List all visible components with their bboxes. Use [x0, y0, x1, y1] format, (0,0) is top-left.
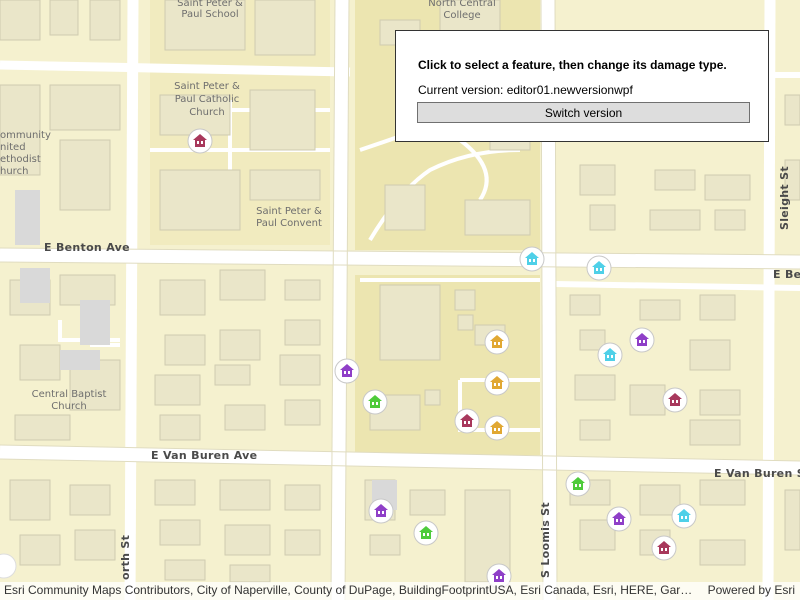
version-name: editor01.newversionwpf: [506, 83, 633, 97]
damage-feature-affected[interactable]: [565, 471, 591, 497]
label-e-van-buren: E Van Buren Ave: [151, 449, 257, 462]
attribution-sources[interactable]: Esri Community Maps Contributors, City o…: [4, 583, 700, 597]
damage-feature-major[interactable]: [606, 506, 632, 532]
damage-feature-minor[interactable]: [484, 329, 510, 355]
label-convent: Saint Peter &: [256, 206, 322, 217]
switch-version-button[interactable]: Switch version: [417, 102, 750, 123]
label-baptist-2: Church: [51, 401, 86, 412]
label-methodist-4: hurch: [0, 166, 28, 177]
label-school: Saint Peter &: [177, 0, 243, 9]
label-e-benton: E Benton Ave: [44, 241, 130, 254]
label-methodist: ommunity: [0, 130, 51, 141]
label-e-van-buren-right: E Van Buren St: [714, 467, 800, 480]
label-s-loomis: S Loomis St: [539, 502, 552, 578]
attribution-bar: Esri Community Maps Contributors, City o…: [0, 582, 800, 600]
label-school-2: Paul School: [181, 9, 238, 20]
label-convent-2: Paul Convent: [256, 218, 322, 229]
label-baptist: Central Baptist: [32, 389, 107, 400]
damage-feature-destroyed[interactable]: [651, 535, 677, 561]
label-e-benton-right: E Be: [773, 268, 800, 281]
version-panel: Click to select a feature, then change i…: [395, 30, 769, 142]
damage-feature-major[interactable]: [629, 327, 655, 353]
powered-by-esri[interactable]: Powered by Esri: [708, 583, 795, 597]
label-college-2: College: [443, 10, 480, 21]
label-methodist-3: ethodist: [0, 154, 41, 165]
damage-feature-major[interactable]: [368, 498, 394, 524]
damage-feature-inaccessible[interactable]: [597, 342, 623, 368]
damage-feature-inaccessible[interactable]: [519, 246, 545, 272]
damage-feature-affected[interactable]: [413, 520, 439, 546]
instruction-text: Click to select a feature, then change i…: [418, 58, 727, 72]
label-college: North Central: [428, 0, 496, 9]
damage-feature-minor[interactable]: [484, 415, 510, 441]
damage-feature-inaccessible[interactable]: [586, 255, 612, 281]
damage-feature-destroyed[interactable]: [662, 387, 688, 413]
label-methodist-2: nited: [0, 142, 26, 153]
label-catholic-church: Saint Peter &: [174, 81, 240, 92]
damage-feature-destroyed[interactable]: [187, 128, 213, 154]
label-catholic-church-3: Church: [189, 107, 224, 118]
damage-feature-inaccessible[interactable]: [671, 503, 697, 529]
label-catholic-church-2: Paul Catholic: [175, 94, 240, 105]
damage-feature-affected[interactable]: [362, 389, 388, 415]
damage-feature-minor[interactable]: [484, 370, 510, 396]
damage-feature-major[interactable]: [334, 358, 360, 384]
damage-feature-destroyed[interactable]: [454, 408, 480, 434]
label-north-st: orth St: [119, 535, 132, 580]
version-prefix: Current version:: [418, 83, 507, 97]
current-version-text: Current version: editor01.newversionwpf: [418, 83, 748, 97]
label-sleight: Sleight St: [778, 166, 791, 230]
